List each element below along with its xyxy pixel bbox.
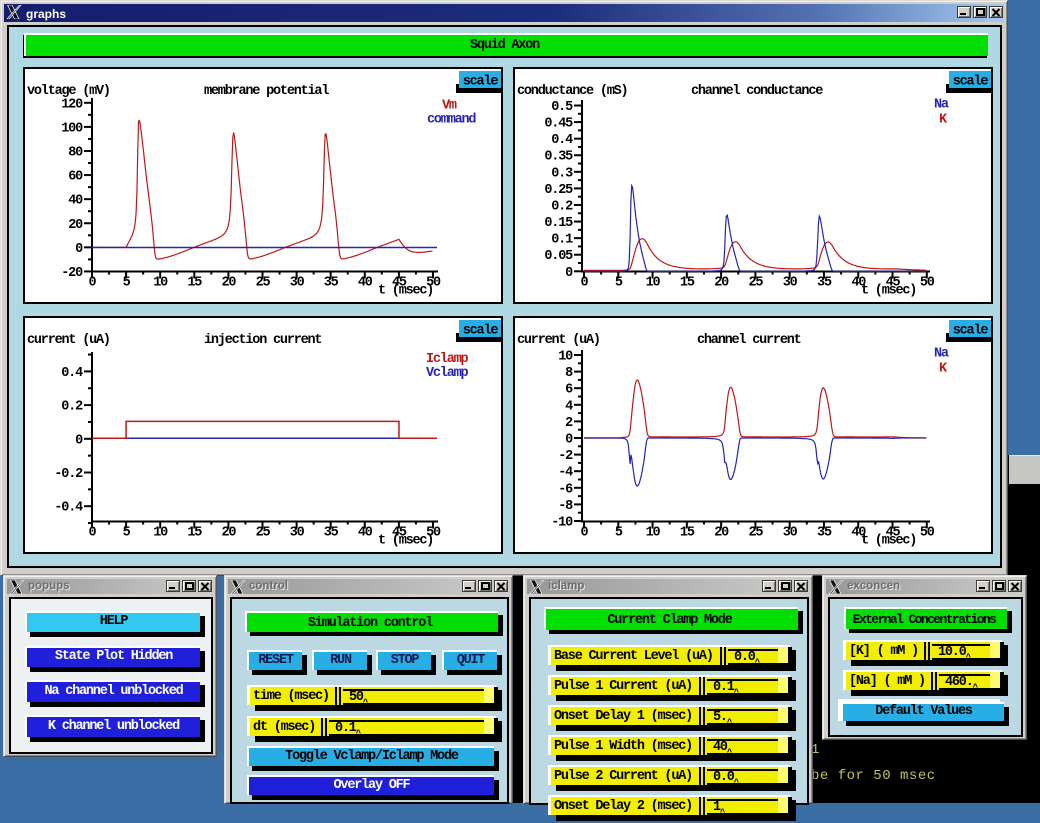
svg-text:4: 4 bbox=[565, 399, 573, 414]
svg-text:15: 15 bbox=[680, 526, 695, 541]
svg-text:scale: scale bbox=[953, 324, 989, 339]
svg-text:0.35: 0.35 bbox=[544, 150, 573, 165]
svg-text:120: 120 bbox=[61, 97, 83, 112]
svg-text:60: 60 bbox=[68, 170, 83, 185]
svg-text:t (msec): t (msec) bbox=[861, 284, 916, 299]
svg-text:channel current: channel current bbox=[697, 333, 801, 348]
svg-text:35: 35 bbox=[324, 276, 339, 291]
svg-text:25: 25 bbox=[748, 276, 763, 291]
svg-text:-2: -2 bbox=[558, 449, 573, 464]
svg-text:t (msec): t (msec) bbox=[861, 534, 916, 549]
svg-text:30: 30 bbox=[290, 526, 305, 541]
svg-text:40: 40 bbox=[358, 276, 373, 291]
svg-text:0: 0 bbox=[89, 276, 97, 291]
svg-text:0: 0 bbox=[75, 242, 83, 257]
svg-text:20: 20 bbox=[714, 276, 729, 291]
svg-text:membrane potential: membrane potential bbox=[204, 84, 329, 99]
svg-text:-4: -4 bbox=[558, 466, 573, 481]
svg-text:scale: scale bbox=[463, 324, 499, 339]
svg-text:conductance (mS): conductance (mS) bbox=[517, 84, 627, 99]
svg-text:6: 6 bbox=[565, 383, 573, 398]
svg-text:2: 2 bbox=[565, 416, 573, 431]
svg-text:K: K bbox=[939, 362, 948, 377]
svg-text:0: 0 bbox=[89, 526, 97, 541]
svg-text:15: 15 bbox=[187, 276, 202, 291]
svg-text:5: 5 bbox=[615, 526, 623, 541]
svg-text:0.05: 0.05 bbox=[544, 249, 573, 264]
svg-text:Vclamp: Vclamp bbox=[426, 366, 469, 381]
svg-text:scale: scale bbox=[953, 75, 989, 90]
svg-text:25: 25 bbox=[748, 526, 763, 541]
svg-text:40: 40 bbox=[358, 526, 373, 541]
svg-text:t (msec): t (msec) bbox=[378, 284, 433, 299]
svg-text:0.5: 0.5 bbox=[551, 100, 573, 115]
svg-text:0.4: 0.4 bbox=[551, 133, 573, 148]
svg-text:0: 0 bbox=[581, 276, 589, 291]
svg-text:0: 0 bbox=[565, 266, 573, 281]
svg-text:0.4: 0.4 bbox=[61, 366, 83, 381]
svg-text:10: 10 bbox=[558, 350, 573, 365]
svg-text:0: 0 bbox=[581, 526, 589, 541]
svg-text:50: 50 bbox=[920, 526, 935, 541]
svg-text:voltage (mV): voltage (mV) bbox=[27, 84, 110, 99]
svg-text:20: 20 bbox=[221, 276, 236, 291]
svg-text:0: 0 bbox=[75, 433, 83, 448]
svg-text:0.25: 0.25 bbox=[544, 183, 573, 198]
svg-text:command: command bbox=[427, 113, 476, 128]
svg-text:-0.4: -0.4 bbox=[54, 501, 83, 516]
svg-text:5: 5 bbox=[615, 276, 623, 291]
svg-text:35: 35 bbox=[817, 276, 832, 291]
svg-text:-8: -8 bbox=[558, 499, 573, 514]
svg-text:8: 8 bbox=[565, 366, 573, 381]
svg-text:30: 30 bbox=[783, 276, 798, 291]
svg-text:0.15: 0.15 bbox=[544, 216, 573, 231]
svg-text:10: 10 bbox=[646, 526, 661, 541]
svg-text:30: 30 bbox=[783, 526, 798, 541]
svg-text:20: 20 bbox=[714, 526, 729, 541]
svg-text:injection current: injection current bbox=[204, 333, 321, 348]
svg-text:100: 100 bbox=[61, 121, 83, 136]
svg-text:0.2: 0.2 bbox=[61, 400, 83, 415]
svg-text:current (uA): current (uA) bbox=[27, 333, 110, 348]
svg-text:0.1: 0.1 bbox=[551, 233, 573, 248]
svg-text:Vm: Vm bbox=[442, 99, 457, 114]
svg-text:0.45: 0.45 bbox=[544, 117, 573, 132]
svg-text:25: 25 bbox=[256, 276, 271, 291]
svg-text:K: K bbox=[939, 113, 948, 128]
svg-text:Na: Na bbox=[934, 98, 949, 113]
svg-text:10: 10 bbox=[153, 276, 168, 291]
svg-text:0.3: 0.3 bbox=[551, 166, 573, 181]
svg-text:15: 15 bbox=[187, 526, 202, 541]
svg-text:0.2: 0.2 bbox=[551, 199, 573, 214]
svg-text:scale: scale bbox=[463, 75, 499, 90]
svg-text:channel conductance: channel conductance bbox=[691, 84, 823, 99]
svg-text:-10: -10 bbox=[551, 516, 573, 531]
svg-text:35: 35 bbox=[817, 526, 832, 541]
svg-text:Na: Na bbox=[934, 347, 949, 362]
svg-text:Iclamp: Iclamp bbox=[426, 352, 469, 367]
svg-text:current (uA): current (uA) bbox=[517, 333, 600, 348]
svg-text:t (msec): t (msec) bbox=[378, 534, 433, 549]
svg-text:30: 30 bbox=[290, 276, 305, 291]
svg-text:5: 5 bbox=[123, 526, 131, 541]
svg-text:-6: -6 bbox=[558, 482, 573, 497]
svg-text:10: 10 bbox=[646, 276, 661, 291]
svg-text:-0.2: -0.2 bbox=[54, 467, 83, 482]
svg-text:80: 80 bbox=[68, 145, 83, 160]
svg-text:40: 40 bbox=[68, 194, 83, 209]
svg-text:25: 25 bbox=[256, 526, 271, 541]
svg-text:5: 5 bbox=[123, 276, 131, 291]
svg-text:-20: -20 bbox=[61, 266, 83, 281]
svg-text:50: 50 bbox=[920, 276, 935, 291]
svg-text:20: 20 bbox=[221, 526, 236, 541]
svg-text:20: 20 bbox=[68, 218, 83, 233]
svg-text:10: 10 bbox=[153, 526, 168, 541]
svg-text:15: 15 bbox=[680, 276, 695, 291]
svg-text:0: 0 bbox=[565, 433, 573, 448]
svg-text:35: 35 bbox=[324, 526, 339, 541]
